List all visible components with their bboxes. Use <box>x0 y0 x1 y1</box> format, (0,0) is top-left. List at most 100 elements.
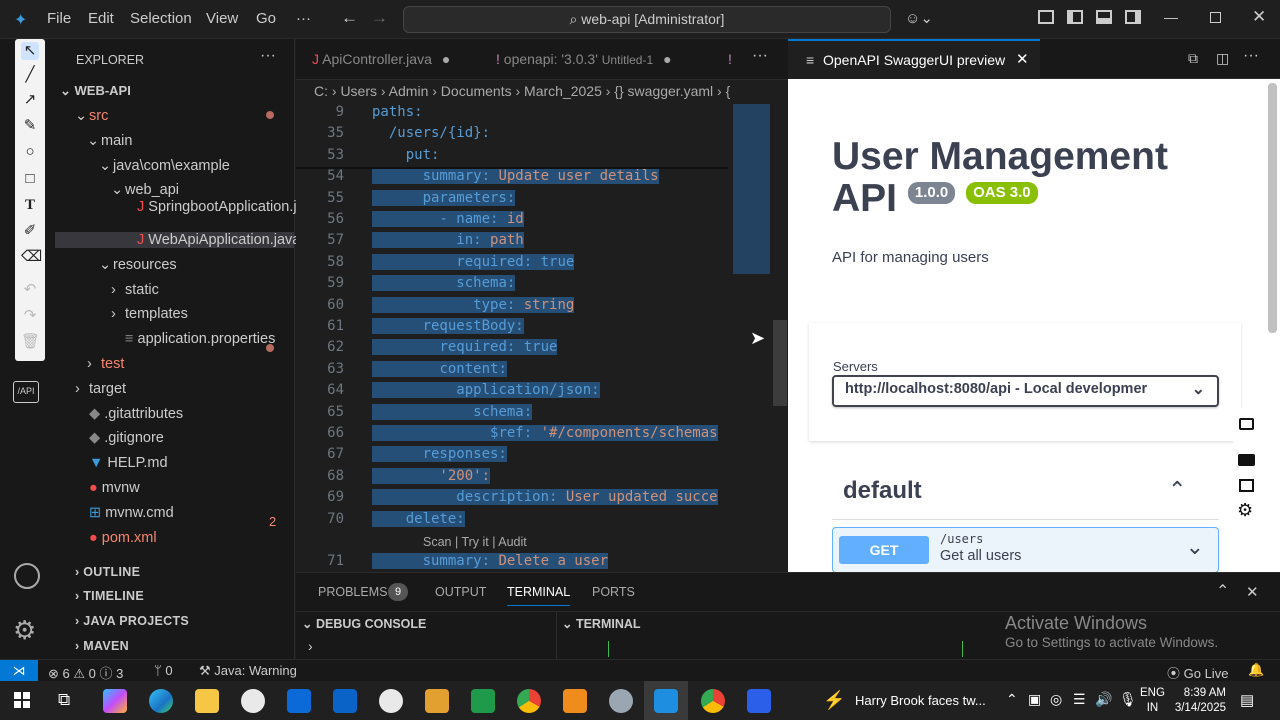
code-line[interactable]: '200': <box>372 467 491 484</box>
tree-item[interactable]: › test <box>87 356 124 372</box>
tab-ports[interactable]: PORTS <box>592 585 635 599</box>
copilot-icon[interactable]: ☺⌄ <box>905 9 933 27</box>
pointer-icon[interactable]: ↖ <box>21 42 39 60</box>
tree-item[interactable]: › static <box>111 282 159 298</box>
tab-api-controller[interactable]: J ApiController.java ● <box>312 51 450 67</box>
chrome-icon[interactable] <box>701 689 725 713</box>
menu-more[interactable]: ··· <box>296 10 311 27</box>
tree-item[interactable]: ● pom.xml <box>75 530 157 546</box>
task-view-icon[interactable]: ⧉ <box>58 690 70 710</box>
redo-icon[interactable]: ↷ <box>21 307 39 325</box>
tree-item[interactable]: ⌄ java\com\example <box>99 158 230 174</box>
menu-edit[interactable]: Edit <box>88 10 114 27</box>
pen-icon[interactable]: ✎ <box>21 117 39 135</box>
forward-arrow-icon[interactable]: → <box>371 8 388 28</box>
zoom-icon[interactable] <box>747 689 771 713</box>
problems-status[interactable]: ⊗ 6 ⚠ 0 ⓘ 3 <box>48 663 123 682</box>
code-line[interactable]: /users/{id}: <box>372 125 490 141</box>
editor-scrollbar[interactable] <box>772 102 788 572</box>
tray-icon[interactable]: ▣ <box>1028 691 1041 708</box>
maximize-panel-icon[interactable]: ⌃ <box>1216 581 1229 601</box>
more-actions-icon[interactable]: ··· <box>1243 47 1259 65</box>
text-icon[interactable]: T <box>21 196 39 214</box>
back-arrow-icon[interactable]: ← <box>341 8 358 28</box>
section-maven[interactable]: › MAVEN <box>75 639 129 653</box>
yaml-file-icon[interactable]: ! <box>728 51 732 67</box>
tree-item[interactable]: ≡ application.properties <box>111 331 275 347</box>
tree-item[interactable]: › target <box>75 381 126 397</box>
chevron-up-icon[interactable]: ⌃ <box>1168 477 1186 503</box>
notification-center-icon[interactable]: ▤ <box>1240 691 1254 709</box>
more-actions-icon[interactable]: ··· <box>260 47 276 65</box>
code-line[interactable]: required: true <box>372 253 575 270</box>
java-status[interactable]: ⚒ Java: Warning <box>199 663 297 679</box>
code-line[interactable]: summary: Update user details <box>372 168 659 185</box>
code-line[interactable]: delete: <box>372 510 465 527</box>
code-line[interactable]: description: User updated succe <box>372 489 718 506</box>
code-line[interactable]: in: path <box>372 232 524 249</box>
command-center[interactable]: ⌕ web-api [Administrator] <box>403 6 891 33</box>
tree-item[interactable]: ⌄ resources <box>99 257 177 273</box>
tree-item[interactable]: ◆ .gitattributes <box>75 406 183 422</box>
terminal-section[interactable]: ⌄ TERMINAL <box>562 616 641 631</box>
toggle-panel-icon[interactable] <box>1096 10 1112 24</box>
trash-icon[interactable]: 🗑 <box>21 333 40 351</box>
undo-icon[interactable]: ↶ <box>21 281 39 299</box>
tree-item[interactable]: › templates <box>111 306 188 322</box>
code-line[interactable]: schema: <box>372 403 533 420</box>
line-icon[interactable]: ╱ <box>21 66 39 84</box>
tab-untitled-openapi[interactable]: ! openapi: '3.0.3' Untitled-1 ● <box>496 51 672 67</box>
close-tab-icon[interactable]: ✕ <box>1016 50 1029 68</box>
code-line[interactable]: requestBody: <box>372 318 524 334</box>
menu-view[interactable]: View <box>206 10 238 27</box>
preview-scrollbar[interactable] <box>1265 79 1280 572</box>
sublime-icon[interactable] <box>563 689 587 713</box>
section-default[interactable]: default <box>843 477 922 505</box>
tray-icon[interactable]: ◎ <box>1050 691 1062 708</box>
code-line[interactable]: parameters: <box>372 189 516 206</box>
code-line[interactable]: content: <box>372 360 507 377</box>
rectangle-icon[interactable]: □ <box>21 170 39 188</box>
chevron-right-icon[interactable]: › <box>308 638 313 654</box>
app-icon[interactable] <box>241 689 265 713</box>
menu-go[interactable]: Go <box>256 10 276 27</box>
code-line[interactable]: schema: <box>372 275 516 292</box>
settings-gear-icon[interactable]: ⚙ <box>13 615 36 646</box>
chrome-icon[interactable] <box>517 689 541 713</box>
layout-customize-icon[interactable] <box>1038 10 1054 24</box>
account-icon[interactable] <box>14 563 40 589</box>
window-icon[interactable] <box>1239 479 1254 492</box>
open-source-icon[interactable]: ⧉ <box>1188 50 1198 67</box>
code-lens[interactable]: Scan | Try it | Audit <box>423 535 527 549</box>
circle-icon[interactable]: ○ <box>21 143 39 161</box>
close-panel-icon[interactable]: ✕ <box>1246 583 1259 601</box>
section-outline[interactable]: › OUTLINE <box>75 565 140 579</box>
tree-item[interactable]: ⌄ main <box>87 133 132 149</box>
code-line[interactable]: responses: <box>372 446 507 463</box>
video-icon[interactable] <box>1238 454 1255 466</box>
clock[interactable]: 8:39 AM 3/14/2025 <box>1172 686 1226 716</box>
tree-item[interactable]: J SpringbootApplication.j... <box>123 199 309 215</box>
eraser-icon[interactable]: ⌫ <box>21 248 42 266</box>
toggle-sidebar-icon[interactable] <box>1067 10 1083 24</box>
start-icon[interactable] <box>14 692 30 708</box>
code-line[interactable]: required: true <box>372 339 558 356</box>
file-explorer-icon[interactable] <box>195 689 219 713</box>
toggle-secondary-sidebar-icon[interactable] <box>1125 10 1141 24</box>
tree-item[interactable]: ▼ HELP.md <box>75 455 168 471</box>
app-icon[interactable] <box>609 689 633 713</box>
volume-icon[interactable]: 🔊 <box>1095 691 1112 708</box>
outlook-icon[interactable] <box>333 689 357 713</box>
tray-overflow-icon[interactable]: ⌃ <box>1006 691 1018 708</box>
highlighter-icon[interactable]: ✐ <box>21 222 39 240</box>
code-line[interactable]: type: string <box>372 296 575 313</box>
tab-problems[interactable]: PROBLEMS <box>318 585 387 599</box>
arrow-icon[interactable]: ↗ <box>21 91 39 109</box>
tab-terminal[interactable]: TERMINAL <box>507 585 571 606</box>
tree-item[interactable]: ◆ .gitignore <box>75 430 164 446</box>
workspace-root[interactable]: ⌄ WEB-API <box>60 83 131 99</box>
copilot-app-icon[interactable] <box>103 689 127 713</box>
wifi-icon[interactable]: ☰ <box>1073 691 1086 708</box>
operation-get-users[interactable]: GET /users Get all users ⌄ <box>832 527 1219 572</box>
microphone-icon[interactable]: 🎙 <box>1119 691 1137 708</box>
